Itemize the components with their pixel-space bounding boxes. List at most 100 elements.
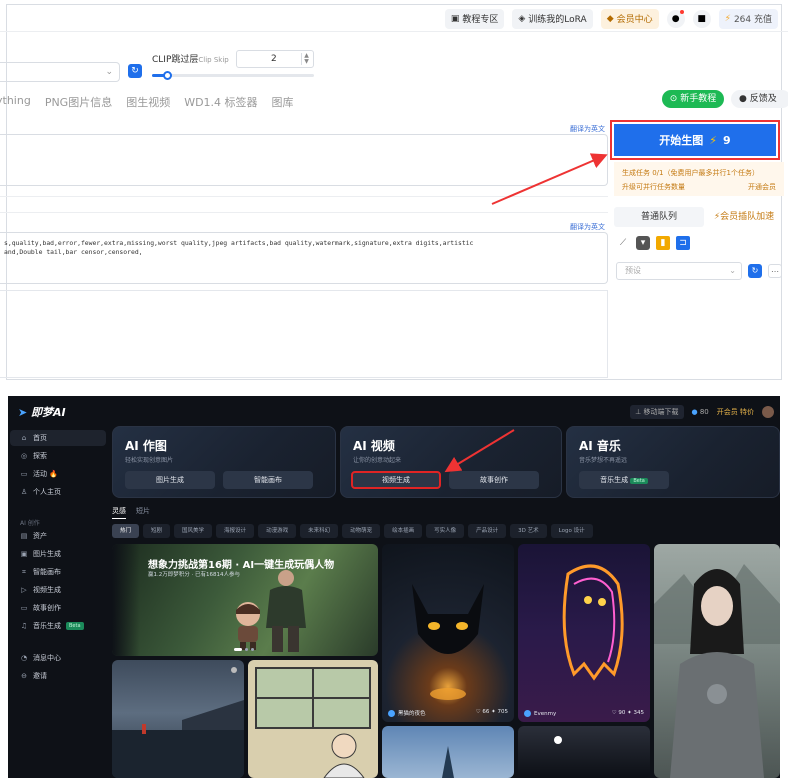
- train-lora-button[interactable]: ◈ 训练我的LoRA: [512, 8, 593, 29]
- card-ai-video: AI 视频 让你的创意动起来 视频生成 故事创作: [340, 426, 562, 498]
- tile-uses: 705: [497, 709, 509, 715]
- refresh-preset-button[interactable]: ↻: [748, 264, 762, 278]
- file-icon: ■: [697, 13, 706, 24]
- upgrade-parallel-link[interactable]: 升级可并行任务数量: [622, 182, 685, 192]
- tab-member-queue[interactable]: ⚡会员插队加速: [704, 207, 784, 227]
- category-chip[interactable]: 热门: [112, 524, 140, 538]
- stepper-icon[interactable]: ▲ ▼: [301, 53, 311, 65]
- slider-thumb[interactable]: [162, 71, 172, 80]
- tab-img2video[interactable]: 图生视频: [126, 94, 170, 112]
- clip-skip-label-cn: CLIP跳过层: [152, 55, 199, 65]
- model-select[interactable]: ⌄: [0, 62, 120, 82]
- category-chip[interactable]: 写实人像: [426, 524, 465, 538]
- category-chip[interactable]: 绘本插画: [384, 524, 423, 538]
- category-chip[interactable]: Logo 设计: [550, 524, 593, 538]
- chevron-down-icon: ⌄: [105, 67, 113, 77]
- refresh-model-button[interactable]: ↻: [128, 64, 142, 78]
- file-button[interactable]: ■: [692, 9, 711, 28]
- gallery-tile-night[interactable]: [518, 726, 650, 778]
- category-chip[interactable]: 短剧: [143, 524, 171, 538]
- sidebar-item-explore[interactable]: ◎ 探索: [10, 448, 106, 464]
- clip-skip-input[interactable]: 2 ▲ ▼: [236, 50, 314, 68]
- cat-illustration: [412, 584, 484, 700]
- clip-skip-slider[interactable]: [152, 71, 314, 80]
- trash-icon[interactable]: ▾: [636, 236, 650, 250]
- tile-author[interactable]: Evenmy: [524, 710, 556, 717]
- category-chip[interactable]: 国风美学: [174, 524, 213, 538]
- person-figure: [266, 570, 306, 652]
- gallery-tile-ghost[interactable]: Evenmy ♡ 90 ✦ 345: [518, 544, 650, 722]
- app-logo[interactable]: ➤ 即梦AI: [18, 404, 66, 420]
- generate-button[interactable]: 开始生图 ⚡ 9: [614, 124, 776, 156]
- gallery-tile-woman[interactable]: [654, 544, 780, 778]
- sidebar-item-music[interactable]: ♫ 音乐生成 Beta: [10, 618, 106, 634]
- carousel-dots[interactable]: [234, 648, 254, 651]
- tab-txt2img[interactable]: ything: [0, 94, 31, 112]
- tab-gallery[interactable]: 图库: [272, 94, 294, 112]
- music-gen-button[interactable]: 音乐生成 Beta: [579, 471, 669, 489]
- sidebar-item-label: 资产: [33, 532, 47, 540]
- sidebar-item-video-gen[interactable]: ▷ 视频生成: [10, 582, 106, 598]
- download-icon: ⊥: [635, 408, 644, 416]
- lightning-icon: ⚡: [724, 13, 731, 24]
- sidebar-item-image-gen[interactable]: ▣ 图片生成: [10, 546, 106, 562]
- points-display[interactable]: ● 80: [692, 408, 709, 416]
- challenge-banner[interactable]: 想象力挑战第16期 · AI一键生成玩偶人物 赢1.2万即梦积分 · 已有168…: [112, 544, 378, 656]
- gallery-tile-comic[interactable]: [248, 660, 378, 778]
- tab-normal-queue[interactable]: 普通队列: [614, 207, 704, 227]
- gallery-tile-sea[interactable]: [112, 660, 244, 778]
- preset-more-button[interactable]: ⋯: [768, 264, 782, 278]
- translate-negative-link[interactable]: 翻译为英文: [570, 222, 605, 232]
- mobile-download-button[interactable]: ⊥ 移动端下载: [630, 405, 684, 419]
- smart-canvas-button[interactable]: 智能画布: [223, 471, 313, 489]
- preset-select[interactable]: 预设 ⌄: [616, 262, 742, 280]
- open-member-button[interactable]: 开会员 特价: [717, 407, 754, 417]
- category-chip[interactable]: 产品设计: [468, 524, 507, 538]
- tab-short-film[interactable]: 短片: [136, 506, 150, 519]
- generate-label: 开始生图: [659, 134, 704, 147]
- credits-button[interactable]: ⚡ 264 充值: [718, 8, 778, 29]
- tab-wd14-tagger[interactable]: WD1.4 标签器: [184, 94, 257, 112]
- gallery-tile-cat[interactable]: 黑猫的夜色 ♡ 66 ✦ 705: [382, 544, 514, 722]
- category-chip[interactable]: 动物萌宠: [342, 524, 381, 538]
- sidebar-item-canvas[interactable]: ⌗ 智能画布: [10, 564, 106, 580]
- sidebar-item-assets[interactable]: ▤ 资产: [10, 528, 106, 544]
- story-create-button[interactable]: 故事创作: [449, 471, 539, 489]
- header-actions: ⊥ 移动端下载 ● 80 开会员 特价: [630, 405, 774, 419]
- negative-prompt-line: s,quality,bad,error,fewer,extra,missing,…: [4, 239, 474, 247]
- open-member-link[interactable]: 开通会员: [748, 182, 776, 192]
- negative-prompt-textarea[interactable]: s,quality,bad,error,fewer,extra,missing,…: [0, 232, 608, 284]
- avatar[interactable]: [762, 406, 774, 418]
- new-user-tutorial-button[interactable]: ⊙ 新手教程: [662, 90, 724, 108]
- tutorial-zone-button[interactable]: ▣ 教程专区: [444, 8, 505, 29]
- more-icon: ⋯: [771, 267, 779, 276]
- category-chip[interactable]: 3D 艺术: [510, 524, 547, 538]
- category-chip[interactable]: 海报设计: [216, 524, 255, 538]
- save-icon[interactable]: ⊐: [676, 236, 690, 250]
- gallery-tile-snow[interactable]: [382, 726, 514, 778]
- sidebar-item-user[interactable]: ♙ 个人主页: [10, 484, 106, 500]
- sidebar-item-home[interactable]: ⌂ 首页: [10, 430, 106, 446]
- tile-author[interactable]: 黑猫的夜色: [388, 709, 426, 717]
- tab-inspiration[interactable]: 灵感: [112, 506, 126, 519]
- message-button[interactable]: ●: [666, 9, 685, 28]
- sidebar-item-message[interactable]: ◔ 消息中心: [10, 650, 106, 666]
- tab-png-info[interactable]: PNG图片信息: [45, 94, 112, 112]
- category-chip[interactable]: 未来科幻: [300, 524, 339, 538]
- sidebar-item-invite[interactable]: ⊖ 邀请: [10, 668, 106, 684]
- prompt-textarea[interactable]: [0, 134, 608, 186]
- explore-icon: ◎: [20, 452, 28, 460]
- video-gen-button[interactable]: 视频生成: [351, 471, 441, 489]
- sidebar-item-event[interactable]: ▭ 活动 🔥: [10, 466, 106, 482]
- clipboard-icon[interactable]: ▮: [656, 236, 670, 250]
- sidebar-item-story[interactable]: ▭ 故事创作: [10, 600, 106, 616]
- brush-icon[interactable]: ⟋: [616, 236, 630, 250]
- sidebar-item-label: 首页: [33, 434, 47, 442]
- chevron-down-icon: ⌄: [729, 266, 736, 275]
- image-gen-button[interactable]: 图片生成: [125, 471, 215, 489]
- member-center-button[interactable]: ◆ 会员中心: [600, 8, 659, 29]
- beta-badge: Beta: [66, 622, 84, 630]
- category-chip[interactable]: 动漫游戏: [258, 524, 297, 538]
- feedback-button[interactable]: ● 反馈及: [731, 90, 788, 108]
- translate-prompt-link[interactable]: 翻译为英文: [570, 124, 605, 134]
